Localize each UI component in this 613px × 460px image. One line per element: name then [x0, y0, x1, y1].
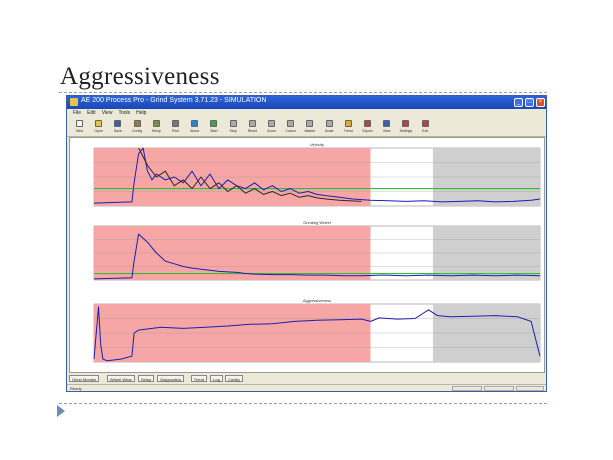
stop-chart-icon [229, 120, 237, 127]
application-window[interactable]: AE 200 Process Pro - Grind System 3.71.2… [66, 95, 547, 392]
toolbar-marker-button[interactable]: Marker [301, 119, 318, 135]
toolbar-button-label: Save [113, 129, 122, 133]
toolbar-scale-button[interactable]: Scale [321, 119, 338, 135]
toolbar-settings-button[interactable]: Settings [397, 119, 414, 135]
save-icon [114, 120, 122, 127]
window-titlebar[interactable]: AE 200 Process Pro - Grind System 3.71.2… [67, 96, 546, 109]
charts-svg: Velocity Grinding Wheel Aggressiveness [93, 142, 541, 363]
toolbar-reset-button[interactable]: Reset [244, 119, 261, 135]
toolbar-button-label: Reset [247, 129, 257, 133]
tab-setup[interactable]: Setup [137, 375, 155, 382]
status-cell [452, 386, 482, 391]
tab-diagnostics[interactable]: Diagnostics [157, 375, 185, 382]
toolbar-button-label: Start [210, 129, 218, 133]
toolbar-exit-button[interactable]: Exit [417, 119, 434, 135]
status-text: Ready [70, 386, 82, 391]
toolbar-stop-button[interactable]: Stop [225, 119, 242, 135]
bullet-arrow-icon [57, 405, 65, 417]
toolbar-button-label: Zoom [267, 129, 276, 133]
menu-item-tools[interactable]: Tools [118, 109, 130, 118]
start-chart-icon [210, 120, 218, 127]
toolbar-button-label: About [190, 129, 200, 133]
tab-trend[interactable]: Trend [190, 375, 207, 382]
minimize-button[interactable]: _ [514, 98, 523, 107]
setup-icon [152, 120, 160, 127]
window-title: AE 200 Process Pro - Grind System 3.71.2… [81, 97, 267, 104]
bottom-divider [59, 403, 547, 404]
tab-bar: Grind Monitor Wheel Wear Setup Diagnostics T… [69, 375, 545, 383]
status-cell [516, 386, 544, 391]
toolbar-button-label: Exit [422, 129, 429, 133]
toolbar-view-button[interactable]: View [378, 119, 395, 135]
toolbar-config-button[interactable]: Config [129, 119, 146, 135]
reset-chart-icon [248, 120, 256, 127]
toolbar-button-label: Trend [343, 129, 353, 133]
top-divider [59, 92, 547, 93]
toolbar-trend-button[interactable]: Trend [340, 119, 357, 135]
toolbar-button-label: Export [362, 129, 373, 133]
toolbar-export-button[interactable]: Export [359, 119, 376, 135]
folder-open-icon [95, 120, 103, 127]
status-cell [484, 386, 514, 391]
menu-item-edit[interactable]: Edit [87, 109, 96, 118]
tab-grind-monitor[interactable]: Grind Monitor [69, 375, 100, 382]
close-button[interactable]: × [536, 98, 545, 107]
tab-wheel-wear[interactable]: Wheel Wear [106, 375, 135, 382]
maximize-button[interactable]: □ [525, 98, 534, 107]
slide-title: Aggressiveness [60, 63, 220, 90]
chart-area: Velocity Grinding Wheel Aggressiveness [69, 137, 545, 373]
menu-item-file[interactable]: File [73, 109, 81, 118]
toolbar-button-label: Marker [304, 129, 316, 133]
app-icon [70, 98, 78, 106]
toolbar-button-label: View [382, 129, 391, 133]
toolbar-button-label: Print [171, 129, 180, 133]
zoom-chart-icon [268, 120, 275, 127]
new-file-icon [76, 120, 83, 127]
chart-title: Velocity [310, 142, 324, 147]
chart-title: Grinding Wheel [303, 220, 331, 225]
toolbar-button-label: Stop [229, 129, 237, 133]
cursor-chart-icon [287, 120, 295, 127]
toolbar-print-button[interactable]: Print [167, 119, 184, 135]
toolbar-save-button[interactable]: Save [109, 119, 126, 135]
printer-icon [172, 120, 179, 127]
toolbar-button-label: Setup [151, 129, 161, 133]
toolbar-button-label: Open [94, 129, 103, 133]
chart-title: Aggressiveness [303, 298, 331, 303]
toolbar-button-label: New [75, 129, 83, 133]
menu-item-help[interactable]: Help [136, 109, 146, 118]
trend-chart-icon [344, 120, 352, 127]
menu-bar: File Edit View Tools Help [67, 109, 546, 118]
config-icon [133, 120, 141, 127]
toolbar-about-button[interactable]: About [186, 119, 203, 135]
toolbar-cursor-button[interactable]: Cursor [282, 119, 299, 135]
toolbar: New Open Save Config Setup Print About Start Sto… [67, 118, 546, 137]
view-chart-icon [383, 120, 391, 127]
toolbar-new-button[interactable]: New [71, 119, 88, 135]
tab-log[interactable]: Log [210, 375, 223, 382]
toolbar-start-button[interactable]: Start [205, 119, 222, 135]
toolbar-open-button[interactable]: Open [90, 119, 107, 135]
marker-chart-icon [306, 120, 314, 127]
toolbar-button-label: Config [132, 129, 143, 133]
toolbar-setup-button[interactable]: Setup [148, 119, 165, 135]
toolbar-zoom-button[interactable]: Zoom [263, 119, 280, 135]
toolbar-button-label: Scale [324, 129, 334, 133]
exit-icon [421, 120, 429, 127]
toolbar-button-label: Settings [399, 129, 413, 133]
settings-icon [402, 120, 410, 127]
tab-config[interactable]: Config [225, 375, 243, 382]
help-icon [191, 120, 199, 127]
toolbar-button-label: Cursor [285, 129, 296, 133]
status-bar: Ready [67, 384, 546, 391]
scale-chart-icon [325, 120, 333, 127]
export-chart-icon [364, 120, 371, 127]
menu-item-view[interactable]: View [102, 109, 113, 118]
